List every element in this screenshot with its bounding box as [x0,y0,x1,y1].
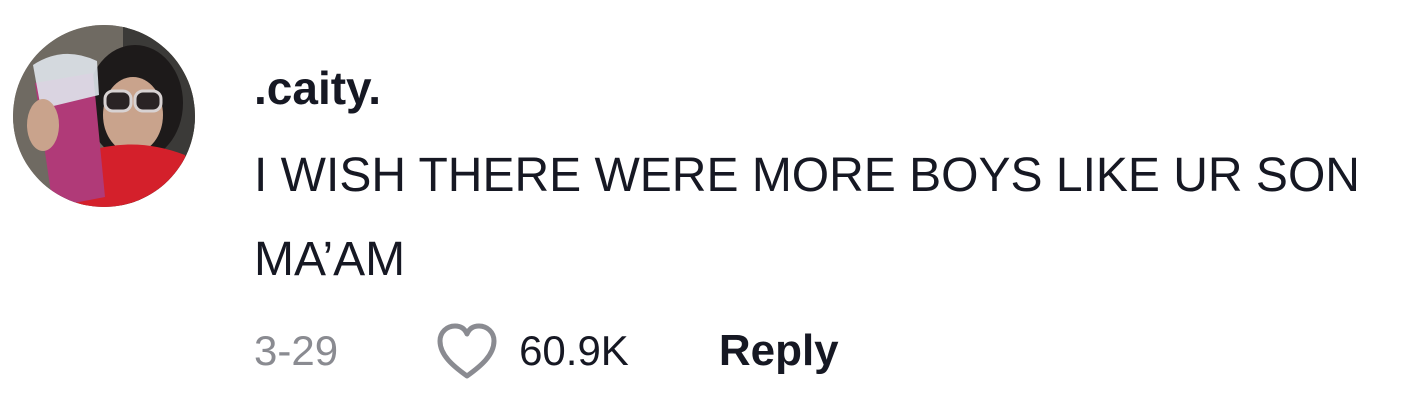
username[interactable]: .caity. [254,58,381,118]
comment-item: .caity. I WISH THERE WERE MORE BOYS LIKE… [0,0,1422,408]
avatar[interactable] [13,25,195,207]
like-button[interactable]: 60.9K [433,318,629,384]
avatar-image [13,25,195,207]
heart-outline-icon[interactable] [433,320,501,382]
comment-text: I WISH THERE WERE MORE BOYS LIKE UR SON … [254,149,1360,286]
reply-button[interactable]: Reply [719,318,839,384]
comment-meta: 3-29 60.9K Reply [254,318,839,384]
comment-date: 3-29 [254,327,339,374]
like-count: 60.9K [519,327,629,374]
